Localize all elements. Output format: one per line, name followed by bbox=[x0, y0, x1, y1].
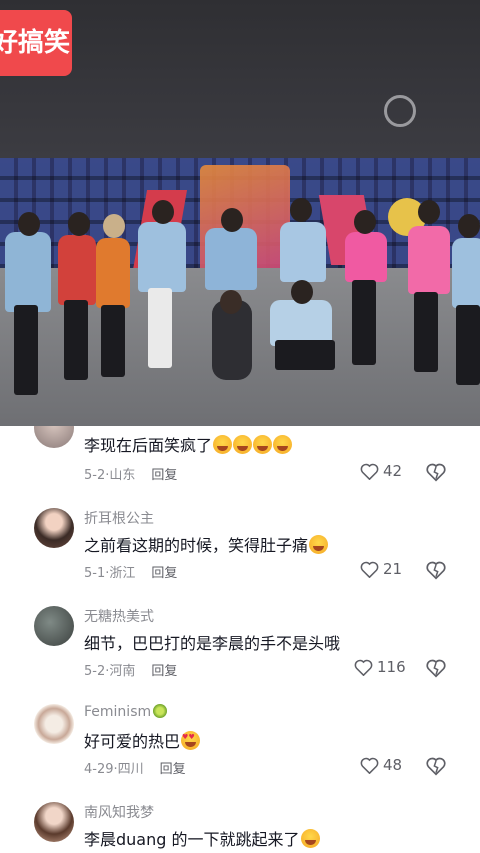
comment-username[interactable]: 无糖热美式 bbox=[84, 606, 154, 626]
comment-item: Feminism 好可爱的热巴 4-29·四川回复 48 bbox=[0, 702, 480, 800]
comment-location: 浙江 bbox=[109, 566, 136, 581]
comment-list[interactable]: 李现在后面笑疯了 5-2·山东 回复 42 折耳根公主 之前看这期的时候，笑得肚子… bbox=[0, 426, 480, 853]
comment-date: 5-2 bbox=[84, 664, 106, 679]
like-count: 48 bbox=[383, 756, 403, 774]
like-count: 116 bbox=[377, 658, 406, 676]
like-button[interactable]: 48 bbox=[360, 756, 402, 774]
avatar[interactable] bbox=[34, 426, 74, 448]
comment-username-row[interactable]: Feminism bbox=[84, 704, 168, 720]
comment-location: 四川 bbox=[117, 762, 144, 777]
broken-heart-icon[interactable] bbox=[426, 462, 446, 482]
laugh-cry-emoji-icon bbox=[253, 435, 273, 454]
laugh-cry-emoji-icon bbox=[300, 829, 320, 848]
like-count: 21 bbox=[383, 560, 403, 578]
comment-item: 李现在后面笑疯了 5-2·山东 回复 42 bbox=[0, 426, 480, 506]
kiwi-emoji-icon bbox=[153, 704, 168, 718]
wall-fan bbox=[384, 95, 416, 127]
comment-meta: 5-2·河南 回复 bbox=[84, 664, 178, 679]
broken-heart-icon[interactable] bbox=[426, 560, 446, 580]
like-button[interactable]: 21 bbox=[360, 560, 402, 578]
heart-eyes-emoji-icon bbox=[181, 731, 201, 750]
comment-meta: 4-29·四川 回复 bbox=[84, 762, 186, 777]
avatar[interactable] bbox=[34, 802, 74, 842]
heart-icon bbox=[360, 561, 379, 578]
comment-meta: 5-2·山东 回复 bbox=[84, 468, 178, 483]
comment-username: Feminism bbox=[84, 704, 152, 720]
avatar[interactable] bbox=[34, 508, 74, 548]
like-count: 42 bbox=[383, 462, 403, 480]
watermark-label: 好搞笑 bbox=[0, 10, 72, 76]
comment-username[interactable]: 南风知我梦 bbox=[84, 802, 154, 822]
comment-location: 河南 bbox=[109, 664, 136, 679]
heart-icon bbox=[360, 757, 379, 774]
heart-icon bbox=[354, 659, 373, 676]
comment-date: 5-2 bbox=[84, 468, 106, 483]
laugh-cry-emoji-icon bbox=[233, 435, 253, 454]
laugh-cry-emoji-icon bbox=[273, 435, 293, 454]
comment-username[interactable]: 折耳根公主 bbox=[84, 508, 154, 528]
broken-heart-icon[interactable] bbox=[426, 756, 446, 776]
comment-meta: 5-1·浙江 回复 bbox=[84, 566, 178, 581]
comment-text-row: 之前看这期的时候，笑得肚子痛 bbox=[84, 532, 329, 556]
laugh-cry-emoji-icon bbox=[213, 435, 233, 454]
comment-text: 李晨duang 的一下就跳起来了 bbox=[84, 830, 300, 849]
comment-text: 好可爱的热巴 bbox=[84, 732, 181, 751]
comment-location: 山东 bbox=[109, 468, 136, 483]
reply-button[interactable]: 回复 bbox=[151, 664, 177, 679]
comment-text-row: 李晨duang 的一下就跳起来了 bbox=[84, 826, 320, 850]
comment-text-row: 李现在后面笑疯了 bbox=[84, 432, 293, 456]
like-button[interactable]: 42 bbox=[360, 462, 402, 480]
video-player[interactable]: 好搞笑 bbox=[0, 0, 480, 426]
comment-date: 5-1 bbox=[84, 566, 106, 581]
laugh-cry-emoji-icon bbox=[309, 535, 329, 554]
comment-text: 细节，巴巴打的是李晨的手不是头哦 bbox=[84, 634, 341, 653]
video-background bbox=[0, 0, 480, 160]
comment-item: 南风知我梦 李晨duang 的一下就跳起来了 bbox=[0, 800, 480, 853]
avatar[interactable] bbox=[34, 704, 74, 744]
comment-text-row: 好可爱的热巴 bbox=[84, 728, 201, 752]
broken-heart-icon[interactable] bbox=[426, 658, 446, 678]
comment-item: 无糖热美式 细节，巴巴打的是李晨的手不是头哦 5-2·河南 回复 116 bbox=[0, 604, 480, 702]
comment-item: 折耳根公主 之前看这期的时候，笑得肚子痛 5-1·浙江 回复 21 bbox=[0, 506, 480, 604]
comment-text: 之前看这期的时候，笑得肚子痛 bbox=[84, 536, 309, 555]
reply-button[interactable]: 回复 bbox=[151, 566, 177, 581]
heart-icon bbox=[360, 463, 379, 480]
comment-date: 4-29 bbox=[84, 762, 114, 777]
reply-button[interactable]: 回复 bbox=[160, 762, 186, 777]
comment-text: 李现在后面笑疯了 bbox=[84, 436, 213, 455]
like-button[interactable]: 116 bbox=[354, 658, 406, 676]
avatar[interactable] bbox=[34, 606, 74, 646]
reply-button[interactable]: 回复 bbox=[151, 468, 177, 483]
